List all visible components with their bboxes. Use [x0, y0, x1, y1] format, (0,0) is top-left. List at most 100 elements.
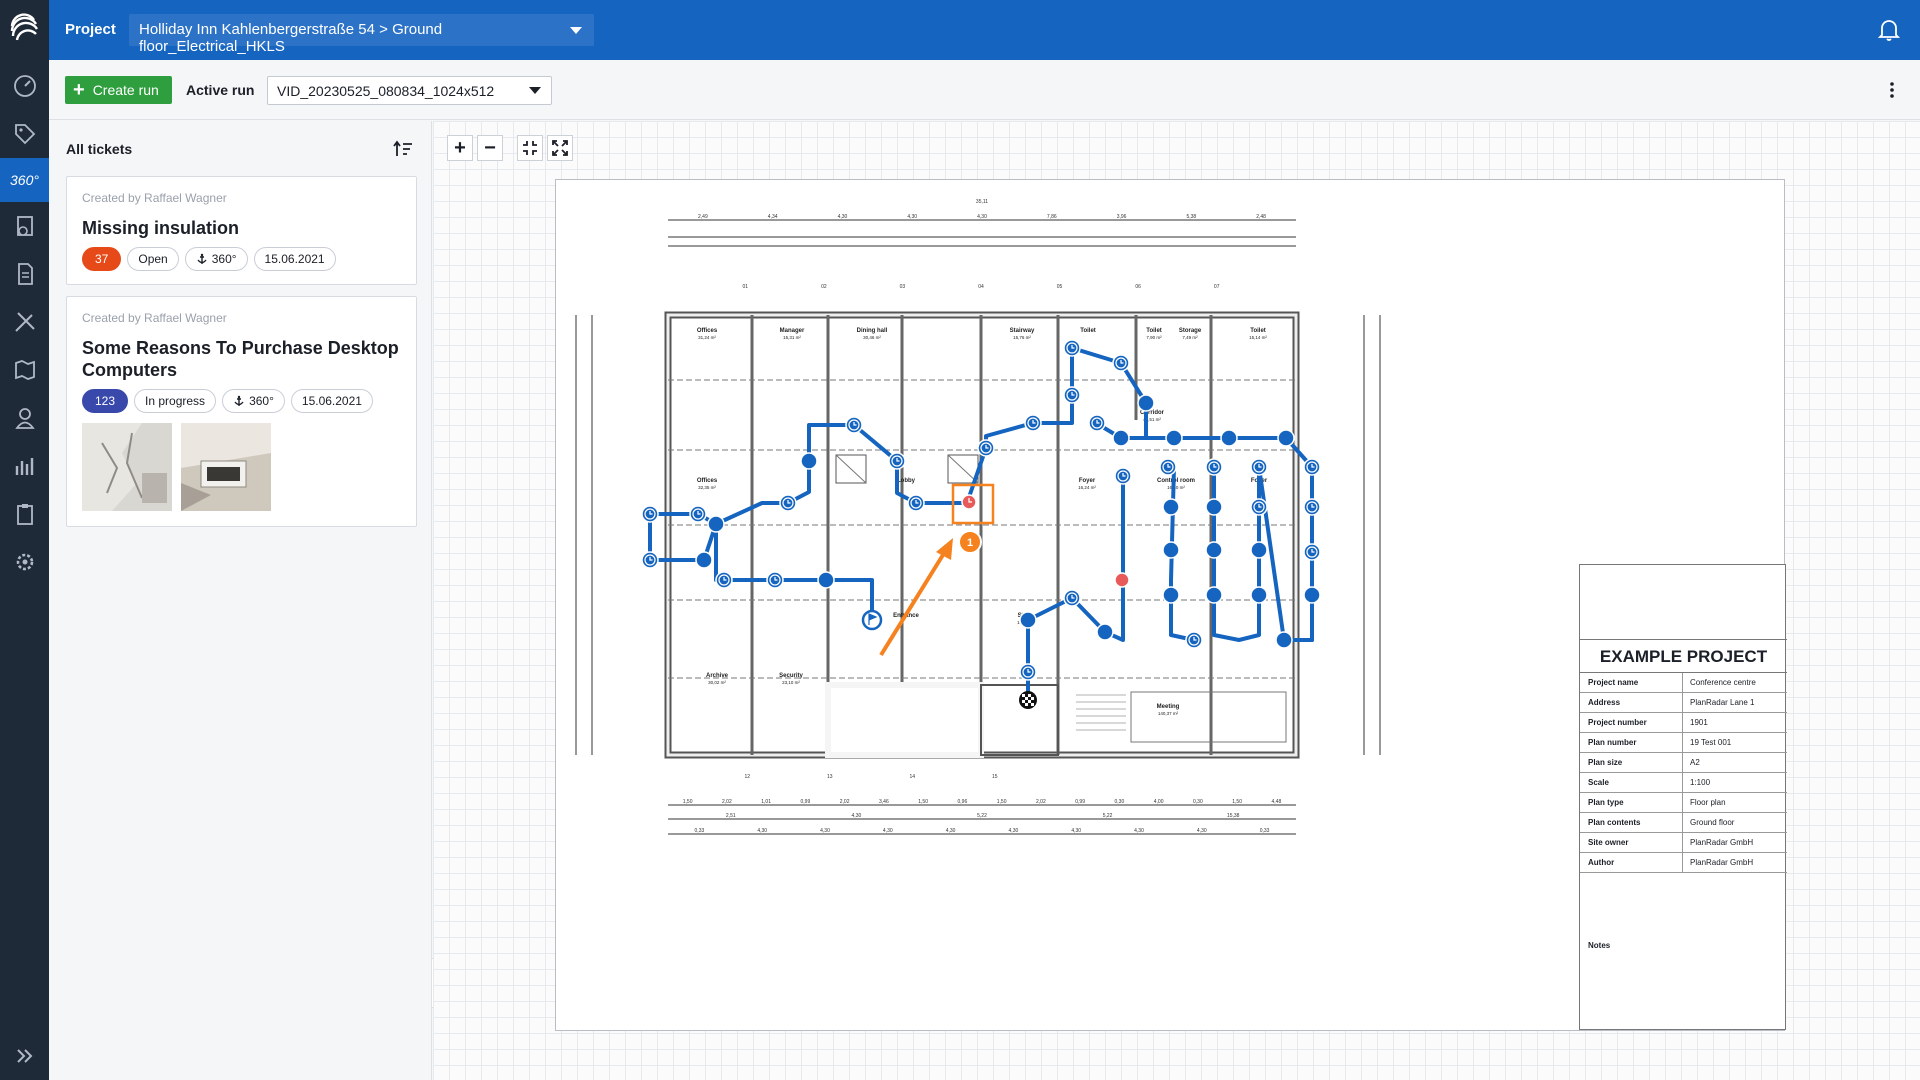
dimension-label: 1,50 [683, 799, 693, 805]
capture-point[interactable] [1162, 498, 1180, 516]
capture-point-clock-icon[interactable] [1063, 339, 1081, 357]
capture-point-clock-icon[interactable] [1112, 354, 1130, 372]
ticket-card[interactable]: Created by Raffael Wagner Some Reasons T… [66, 296, 417, 527]
capture-point-clock-icon[interactable] [845, 416, 863, 434]
zoom-out-button[interactable]: − [477, 135, 503, 161]
capture-point[interactable] [1205, 586, 1223, 604]
capture-point-clock-icon[interactable] [641, 505, 659, 523]
capture-point[interactable] [1275, 631, 1293, 649]
capture-point-clock-icon[interactable] [1088, 414, 1106, 432]
capture-point[interactable] [1137, 394, 1155, 412]
start-flag-icon[interactable] [861, 609, 883, 631]
reports-icon[interactable] [0, 444, 49, 488]
capture-point-clock-icon[interactable] [1114, 467, 1132, 485]
capture-point-clock-icon[interactable] [1303, 458, 1321, 476]
expand-nav-icon[interactable] [0, 1034, 49, 1078]
zoom-in-button[interactable]: + [447, 135, 473, 161]
dimension-label: 5,38 [1186, 214, 1196, 220]
capture-point[interactable] [1220, 429, 1238, 447]
title-block: EXAMPLE PROJECT Project name Conference c… [1579, 564, 1787, 1030]
capture-point[interactable] [707, 515, 725, 533]
walk-path[interactable] [648, 512, 874, 622]
capture-point[interactable] [1205, 541, 1223, 559]
tag-icon[interactable] [0, 112, 49, 156]
capture-point-clock-icon[interactable] [766, 571, 784, 589]
capture-point-clock-icon[interactable] [1024, 414, 1042, 432]
user-icon[interactable] [0, 396, 49, 440]
capture-point[interactable] [1250, 586, 1268, 604]
room-name: Dining hall [857, 328, 888, 334]
walk-path[interactable] [1026, 474, 1125, 702]
capture-point[interactable] [1165, 429, 1183, 447]
capture-point[interactable] [1096, 623, 1114, 641]
capture-point-clock-icon[interactable] [1159, 458, 1177, 476]
walk-path[interactable] [1094, 421, 1176, 440]
ticket-pin-icon[interactable] [961, 494, 977, 510]
ticket-card[interactable]: Created by Raffael Wagner Missing insula… [66, 176, 417, 285]
capture-point-clock-icon[interactable] [1250, 458, 1268, 476]
capture-point[interactable] [800, 452, 818, 470]
dashboard-icon[interactable] [0, 64, 49, 108]
capture-point-clock-icon[interactable] [1063, 589, 1081, 607]
capture-point-clock-icon[interactable] [1303, 543, 1321, 561]
capture-point[interactable] [1162, 541, 1180, 559]
room-name: Foyer [1079, 478, 1096, 484]
documents-icon[interactable] [0, 204, 49, 248]
capture-point-clock-icon[interactable] [689, 505, 707, 523]
capture-point[interactable] [695, 551, 713, 569]
capture-point-clock-icon[interactable] [1303, 498, 1321, 516]
marker-number-badge[interactable]: 1 [958, 530, 982, 554]
capture-point-clock-icon[interactable] [1205, 458, 1223, 476]
ticket-photo-thumbnail[interactable] [82, 423, 172, 511]
sort-icon[interactable] [393, 140, 413, 158]
capture-point[interactable] [1277, 429, 1295, 447]
active-run-select[interactable]: VID_20230525_080834_1024x512 [267, 76, 552, 105]
app-logo-icon[interactable] [8, 12, 40, 44]
room-name: Security [779, 673, 803, 679]
dimension-label: 4,30 [757, 828, 767, 834]
room-name: Archive [706, 673, 729, 679]
capture-point[interactable] [1162, 586, 1180, 604]
map-icon[interactable] [0, 348, 49, 392]
room-area: 31,24 m² [698, 335, 716, 340]
project-selector[interactable]: Holliday Inn Kahlenbergerstraße 54 > Gro… [129, 14, 594, 55]
capture-point-clock-icon[interactable] [977, 439, 995, 457]
dimension-label: 4,30 [838, 214, 848, 220]
floor-plan-drawing[interactable]: Offices31,24 m²Manager15,31 m²Dining hal… [556, 180, 1579, 1030]
plan-viewer[interactable]: + − Offices 31,24 m² Manager 15,31 m² Di… [433, 121, 1920, 1080]
capture-point-clock-icon[interactable] [1185, 631, 1203, 649]
capture-point[interactable] [1303, 586, 1321, 604]
capture-point-clock-icon[interactable] [1019, 663, 1037, 681]
title-block-value: PlanRadar Lane 1 [1690, 698, 1755, 707]
clipboard-icon[interactable] [0, 492, 49, 536]
capture-point[interactable] [1250, 541, 1268, 559]
nav-360-icon[interactable]: 360° [0, 158, 49, 202]
active-run-value: VID_20230525_080834_1024x512 [277, 83, 495, 99]
ticket-date-badge: 15.06.2021 [253, 247, 336, 271]
file-icon[interactable] [0, 252, 49, 296]
ticket-photo-thumbnail[interactable] [181, 423, 271, 511]
capture-point[interactable] [1019, 611, 1037, 629]
dimension-label: 4,30 [1009, 828, 1019, 834]
walk-path[interactable] [648, 346, 1148, 526]
fit-to-screen-button[interactable] [517, 135, 543, 161]
end-checkered-icon[interactable] [1019, 691, 1037, 709]
capture-point-clock-icon[interactable] [888, 452, 906, 470]
capture-point-clock-icon[interactable] [1063, 386, 1081, 404]
capture-point-clock-icon[interactable] [1250, 498, 1268, 516]
capture-point-clock-icon[interactable] [715, 571, 733, 589]
more-options-icon[interactable] [1890, 82, 1894, 98]
tools-icon[interactable] [0, 300, 49, 344]
capture-point[interactable] [817, 571, 835, 589]
capture-point[interactable] [1205, 498, 1223, 516]
notification-bell-icon[interactable] [1878, 18, 1900, 42]
capture-point-clock-icon[interactable] [641, 551, 659, 569]
create-run-button[interactable]: + Create run [65, 76, 172, 104]
dimension-label: 4,00 [1154, 799, 1164, 805]
fullscreen-button[interactable] [547, 135, 573, 161]
capture-point-clock-icon[interactable] [779, 494, 797, 512]
capture-point[interactable] [1112, 429, 1130, 447]
settings-icon[interactable] [0, 540, 49, 584]
ticket-pin-icon[interactable] [1114, 572, 1130, 588]
capture-point-clock-icon[interactable] [907, 494, 925, 512]
